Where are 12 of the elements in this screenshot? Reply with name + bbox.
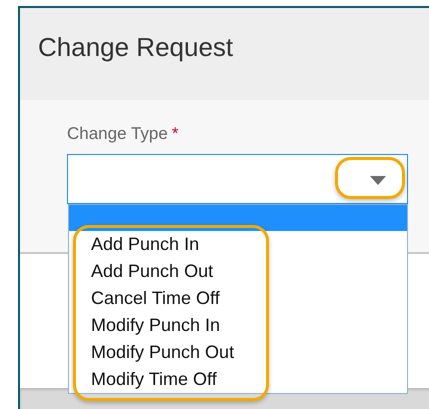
dropdown-option[interactable]: Add Punch Out: [69, 258, 407, 285]
dropdown-option[interactable]: Cancel Time Off: [69, 285, 407, 312]
change-type-select[interactable]: [67, 154, 408, 204]
highlight-outline: [335, 157, 405, 199]
caret-icon: [370, 176, 386, 185]
dropdown-option[interactable]: Modify Time Off: [69, 366, 407, 393]
field-label: Change Type: [67, 124, 168, 144]
required-mark: *: [172, 124, 178, 144]
dropdown-option[interactable]: Add Punch In: [69, 231, 407, 258]
dropdown-option[interactable]: Modify Punch Out: [69, 339, 407, 366]
dialog-title: Change Request: [38, 32, 234, 62]
dropdown-option[interactable]: Modify Punch In: [69, 312, 407, 339]
